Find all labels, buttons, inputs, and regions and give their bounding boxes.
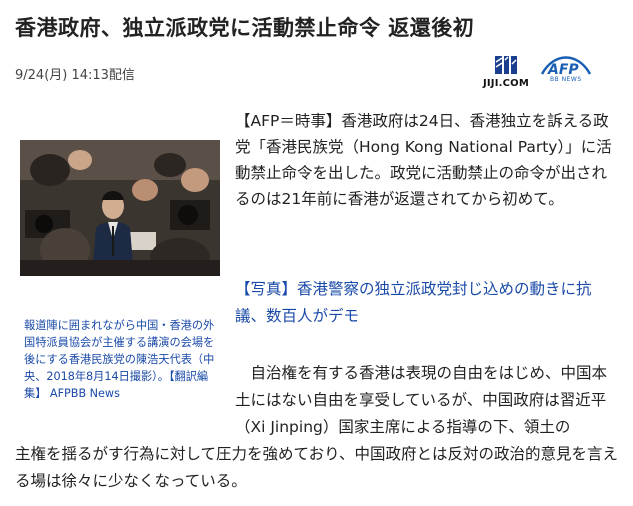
jiji-logo[interactable]: JIJI.COM xyxy=(481,54,531,90)
photo-caption[interactable]: 報道陣に囲まれながら中国・香港の外国特派員協会が主催する講演の会場を後にする香港… xyxy=(24,317,216,402)
article-paragraph-2: 自治権を有する香港は表現の自由をはじめ、中国本土にはない自由を享受しているが、中… xyxy=(235,364,608,436)
article-headline: 香港政府、独立派政党に活動禁止命令 返還後初 xyxy=(15,16,475,40)
jiji-logo-label: JIJI.COM xyxy=(482,78,530,89)
afp-mark-icon: AFP xyxy=(540,56,592,78)
publish-dateline: 9/24(月) 14:13配信 xyxy=(15,68,135,83)
article-paragraph-2-continued: 主権を揺るがす行為に対して圧力を強めており、中国政府とは反対の政治的意見を言える… xyxy=(15,445,618,490)
jiji-mark-icon xyxy=(495,56,517,74)
afp-logo-sublabel: BB NEWS xyxy=(550,76,582,83)
article-photo[interactable] xyxy=(20,140,220,276)
press-crowd-photo-image xyxy=(20,140,220,276)
article-lead-paragraph: 【AFP＝時事】香港政府は24日、香港独立を訴える政党「香港民族党（Hong K… xyxy=(235,112,612,208)
afp-bb-news-logo[interactable]: AFP BB NEWS xyxy=(540,54,592,90)
related-photo-link[interactable]: 【写真】香港警察の独立派政党封じ込めの動きに抗議、数百人がデモ xyxy=(235,276,620,330)
